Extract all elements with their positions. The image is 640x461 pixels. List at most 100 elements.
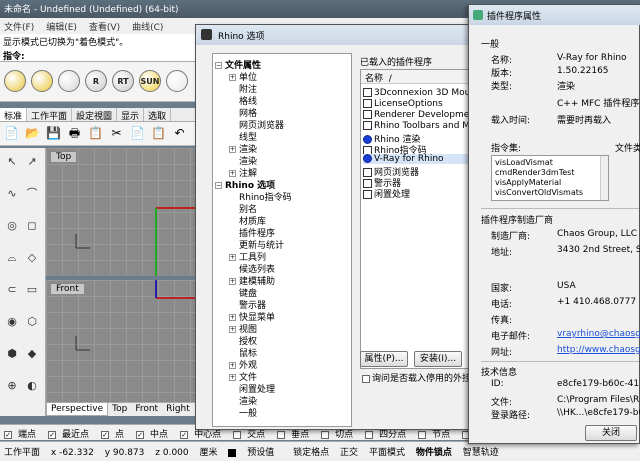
viewport-top[interactable]: Top: [46, 148, 200, 276]
toolbar-sphere-icon[interactable]: [58, 70, 80, 92]
toolbar-icon[interactable]: 📂: [25, 126, 40, 141]
plugin-list-item[interactable]: LicenseOptions: [363, 99, 443, 109]
tree-expander-icon[interactable]: +: [229, 362, 236, 369]
command-item[interactable]: cmdRender3dmTest: [495, 168, 574, 177]
toolbar-icon[interactable]: ✂: [109, 126, 124, 141]
tree-expander-icon[interactable]: +: [229, 278, 236, 285]
toolbar-tab[interactable]: 显示: [117, 108, 145, 121]
toolbar-icon[interactable]: 🖶: [67, 126, 82, 141]
email-link[interactable]: vrayrhino@chaosgroup: [557, 329, 640, 339]
osnap-item[interactable]: ✓ 最近点: [48, 430, 95, 440]
osnap-item[interactable]: ✓ 点: [101, 430, 130, 440]
osnap-item[interactable]: 交点: [233, 430, 271, 440]
viewport-tab[interactable]: Perspective: [46, 403, 109, 416]
tree-expander-icon[interactable]: +: [229, 326, 236, 333]
plugin-list-item[interactable]: V-Ray for Rhino: [363, 154, 471, 164]
query-disabled-checkbox[interactable]: 询问是否载入停用的外挂: [362, 371, 471, 384]
tree-expander-icon[interactable]: +: [229, 146, 236, 153]
plugin-list-item[interactable]: 闲置处理: [363, 187, 410, 200]
toolbar-sphere-icon[interactable]: [4, 70, 26, 92]
osnap-item[interactable]: 四分点: [365, 430, 412, 440]
tool-icon[interactable]: ⬡: [24, 314, 40, 330]
tool-icon[interactable]: ↗: [24, 154, 40, 170]
command-item[interactable]: visApplyMaterial: [495, 178, 561, 187]
query-disabled-label: 询问是否载入停用的外挂: [372, 374, 472, 384]
toolbar-icon[interactable]: 📋: [88, 126, 103, 141]
tool-icon[interactable]: ◻: [24, 218, 40, 234]
toolbar-sphere-icon[interactable]: RT: [112, 70, 134, 92]
tree-expander-icon[interactable]: −: [215, 62, 222, 69]
tree-expander-icon[interactable]: −: [215, 182, 222, 189]
tree-expander-icon[interactable]: +: [229, 254, 236, 261]
tool-icon[interactable]: ⬢: [4, 346, 20, 362]
osnap-item[interactable]: ✓ 端点: [4, 430, 42, 440]
menu-item[interactable]: 查看(V): [89, 23, 120, 33]
toolbar-icon[interactable]: 💾: [46, 126, 61, 141]
options-dialog-title: Rhino 选项: [218, 32, 265, 42]
osnap-item[interactable]: ✓ 中心点: [180, 430, 227, 440]
osnap-item[interactable]: 垂点: [277, 430, 315, 440]
commands-scrollbar[interactable]: [600, 156, 608, 200]
toolbar-icon[interactable]: 📄: [4, 126, 19, 141]
status-layer[interactable]: 预设值: [228, 448, 282, 458]
toolbar-icon[interactable]: ↶: [172, 126, 187, 141]
plugin-list-item[interactable]: 3Dconnexion 3D Mouse: [363, 88, 481, 98]
tool-icon[interactable]: ◆: [24, 346, 40, 362]
plugin-column-header[interactable]: 名称 /: [361, 70, 473, 84]
menu-item[interactable]: 编辑(E): [46, 23, 77, 33]
tool-icon[interactable]: ⌒: [24, 186, 40, 202]
tree-item[interactable]: 一般: [229, 406, 257, 419]
viewport-tab[interactable]: Front: [131, 403, 162, 415]
toolbar-icon[interactable]: 📋: [151, 126, 166, 141]
status-planar[interactable]: 平面模式: [369, 448, 405, 458]
tree-expander-icon[interactable]: +: [229, 170, 236, 177]
toolbar-icon[interactable]: 📄: [130, 126, 145, 141]
tree-expander-icon[interactable]: +: [229, 74, 236, 81]
tool-icon[interactable]: ◎: [4, 218, 20, 234]
viewport-tab[interactable]: Top: [108, 403, 131, 415]
tree-expander-icon[interactable]: +: [229, 314, 236, 321]
tool-icon[interactable]: ◉: [4, 314, 20, 330]
osnap-item[interactable]: 切点: [321, 430, 359, 440]
tree-expander-icon[interactable]: +: [229, 374, 236, 381]
toolbar-sphere-icon[interactable]: [31, 70, 53, 92]
toolbar-sphere-icon[interactable]: SUN: [139, 70, 161, 92]
toolbar-tab[interactable]: 选取: [144, 108, 172, 121]
tool-icon[interactable]: ◇: [24, 250, 40, 266]
toolbar-sphere-icon[interactable]: R: [85, 70, 107, 92]
tool-icon[interactable]: ∿: [4, 186, 20, 202]
toolbar-tab[interactable]: 标准: [0, 108, 28, 121]
viewport-front[interactable]: Front: [46, 280, 200, 402]
website-link[interactable]: http://www.chaosgrou: [557, 345, 640, 355]
toolbar-tab[interactable]: 工作平面: [27, 108, 73, 121]
version-label: 版本:: [491, 69, 513, 79]
name-value: V-Ray for Rhino: [557, 53, 627, 63]
viewport-tab[interactable]: Right: [162, 403, 194, 415]
toolbar-tab[interactable]: 設定視圖: [72, 108, 118, 121]
registry-value: \\HK...\e8cfe179-b60c-41: [557, 408, 640, 418]
status-osnap[interactable]: 物件锁点: [416, 448, 452, 458]
commands-list[interactable]: visLoadVismat cmdRender3dmTest visApplyMat…: [491, 155, 609, 201]
command-item[interactable]: visLoadVismat: [495, 158, 553, 167]
tool-icon[interactable]: ↖: [4, 154, 20, 170]
viewport-top-label[interactable]: Top: [50, 151, 78, 163]
tool-icon[interactable]: ◐: [24, 378, 40, 394]
tool-icon[interactable]: ▭: [24, 282, 40, 298]
menu-item[interactable]: 曲线(C): [132, 23, 163, 33]
osnap-item[interactable]: 节点: [418, 430, 456, 440]
tool-icon[interactable]: ⊕: [4, 378, 20, 394]
command-item[interactable]: visConvertOldVismats: [495, 188, 583, 197]
command-line[interactable]: 指令:: [0, 48, 200, 62]
toolbar-sphere-icon[interactable]: [166, 70, 188, 92]
close-button[interactable]: 关闭: [585, 425, 637, 441]
viewport-front-label[interactable]: Front: [50, 283, 85, 295]
menu-item[interactable]: 文件(F): [4, 23, 34, 33]
status-ortho[interactable]: 正交: [340, 448, 358, 458]
status-lock-grid[interactable]: 锁定格点: [293, 448, 329, 458]
tool-icon[interactable]: ⌓: [4, 250, 20, 266]
tool-icon[interactable]: ⊂: [4, 282, 20, 298]
status-smart-track[interactable]: 智慧轨迹: [463, 448, 499, 458]
osnap-item[interactable]: ✓ 中点: [136, 430, 174, 440]
plugin-properties-button[interactable]: 属性(P)...: [360, 351, 408, 367]
plugin-install-button[interactable]: 安装(I)...: [414, 351, 462, 367]
